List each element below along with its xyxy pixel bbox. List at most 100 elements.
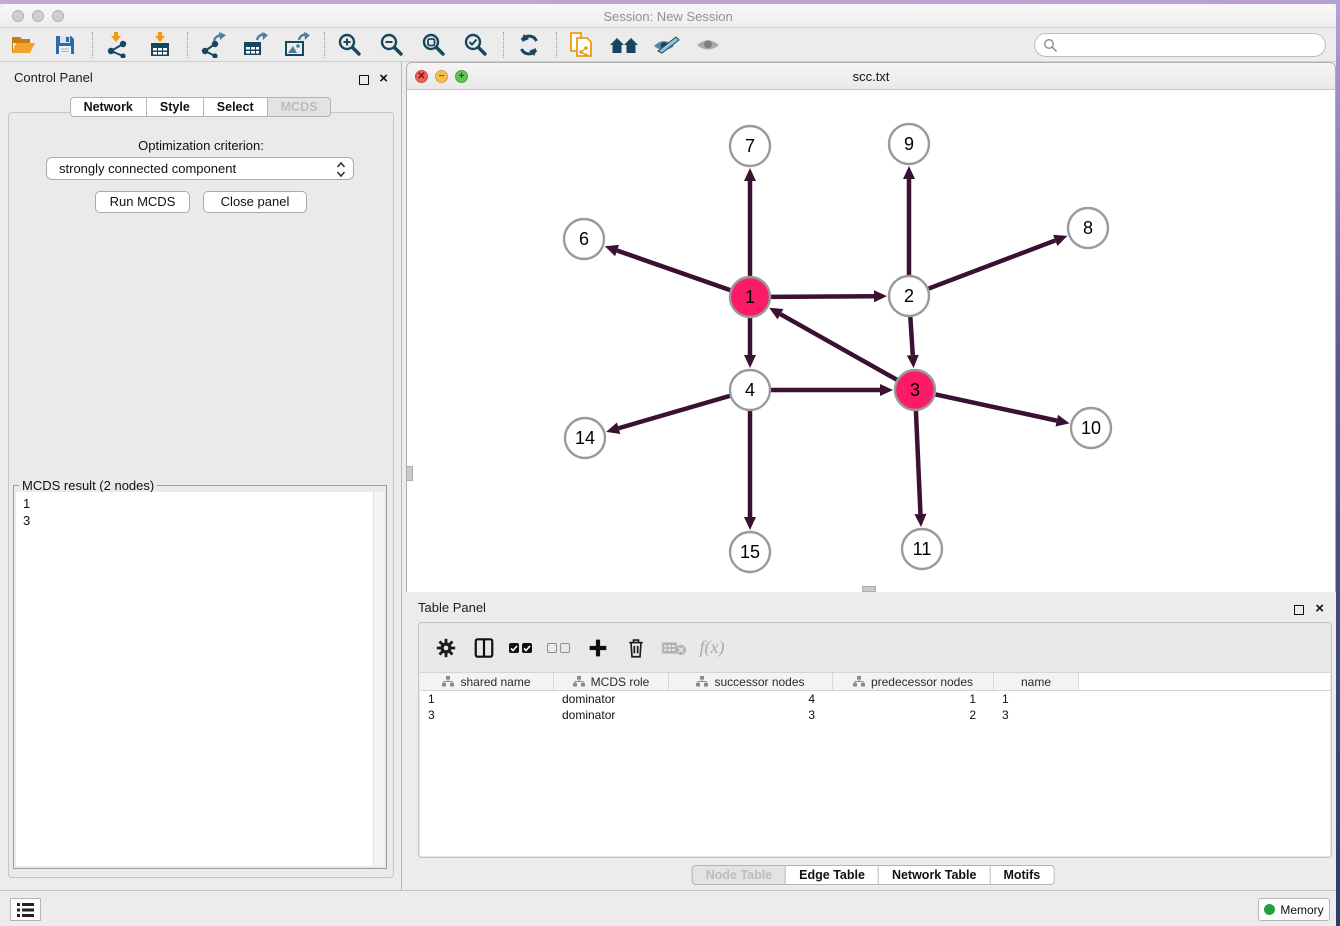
vertical-scrollbar-thumb[interactable] <box>406 466 413 481</box>
show-column-panel-button[interactable] <box>471 635 497 661</box>
cell-name[interactable]: 3 <box>994 707 1079 723</box>
node-1[interactable]: 1 <box>730 277 770 317</box>
node-4[interactable]: 4 <box>730 370 770 410</box>
cell-predecessor-nodes[interactable]: 1 <box>833 691 994 707</box>
edge-3-11[interactable] <box>914 411 926 527</box>
network-window-titlebar[interactable]: ✕ − + scc.txt <box>407 63 1335 90</box>
trash-icon <box>626 637 646 659</box>
cell-name[interactable]: 1 <box>994 691 1079 707</box>
result-scrollbar[interactable] <box>373 492 384 866</box>
cell-shared-name[interactable]: 1 <box>420 691 554 707</box>
tab-node-table[interactable]: Node Table <box>692 865 786 885</box>
column-header-name[interactable]: name <box>994 673 1079 690</box>
tab-edge-table[interactable]: Edge Table <box>786 865 879 885</box>
search-icon <box>1043 38 1058 53</box>
mcds-result-list[interactable]: 1 3 <box>16 492 384 866</box>
function-builder-button[interactable]: f(x) <box>699 635 725 661</box>
node-9[interactable]: 9 <box>889 124 929 164</box>
export-network-button[interactable] <box>198 30 228 60</box>
edge-4-15[interactable] <box>744 411 756 530</box>
tab-mcds[interactable]: MCDS <box>268 97 332 117</box>
cell-successor-nodes[interactable]: 4 <box>669 691 833 707</box>
tab-select[interactable]: Select <box>204 97 268 117</box>
edge-1-7[interactable] <box>744 168 756 276</box>
cell-successor-nodes[interactable]: 3 <box>669 707 833 723</box>
main-toolbar <box>0 28 1336 62</box>
column-header-successor-nodes[interactable]: successor nodes <box>669 673 833 690</box>
zoom-in-icon <box>337 32 363 58</box>
home-button[interactable] <box>609 30 639 60</box>
close-panel-button[interactable]: Close panel <box>203 191 307 213</box>
save-icon <box>53 33 77 57</box>
table-panel-float-button[interactable] <box>1294 605 1304 615</box>
node-6[interactable]: 6 <box>564 219 604 259</box>
edge-4-14[interactable] <box>606 396 730 434</box>
node-14[interactable]: 14 <box>565 418 605 458</box>
edge-2-8[interactable] <box>929 235 1068 289</box>
edge-2-3[interactable] <box>907 317 919 368</box>
network-canvas[interactable]: 7 9 6 8 1 2 4 3 14 10 15 11 <box>407 90 1335 592</box>
plus-icon <box>588 638 608 658</box>
cell-predecessor-nodes[interactable]: 2 <box>833 707 994 723</box>
cell-mcds-role[interactable]: dominator <box>554 691 669 707</box>
zoom-out-button[interactable] <box>377 30 407 60</box>
open-session-button[interactable] <box>8 30 38 60</box>
criterion-select[interactable]: strongly connected component <box>46 157 354 180</box>
tab-motifs[interactable]: Motifs <box>990 865 1054 885</box>
table-panel-close-button[interactable]: × <box>1315 600 1324 618</box>
cell-mcds-role[interactable]: dominator <box>554 707 669 723</box>
export-image-button[interactable] <box>282 30 312 60</box>
task-history-button[interactable] <box>10 898 41 921</box>
tab-style[interactable]: Style <box>147 97 204 117</box>
tab-network-table[interactable]: Network Table <box>879 865 991 885</box>
column-header-mcds-role[interactable]: MCDS role <box>554 673 669 690</box>
add-column-button[interactable] <box>585 635 611 661</box>
run-mcds-button[interactable]: Run MCDS <box>95 191 190 213</box>
horizontal-scrollbar-thumb[interactable] <box>862 586 876 592</box>
control-panel-close-button[interactable]: × <box>379 70 388 88</box>
edge-2-9[interactable] <box>903 166 915 275</box>
column-header-shared-name[interactable]: shared name <box>420 673 554 690</box>
node-8[interactable]: 8 <box>1068 208 1108 248</box>
attribute-settings-button[interactable] <box>433 635 459 661</box>
edge-1-6[interactable] <box>605 245 730 290</box>
select-all-columns-button[interactable] <box>509 635 535 661</box>
edge-1-2[interactable] <box>771 290 887 302</box>
deselect-all-columns-button[interactable] <box>547 635 573 661</box>
show-all-button[interactable] <box>693 30 723 60</box>
zoom-fit-button[interactable] <box>419 30 449 60</box>
table-row[interactable]: 3dominator323 <box>420 707 1330 723</box>
hide-selected-button[interactable] <box>651 30 681 60</box>
export-table-button[interactable] <box>240 30 270 60</box>
node-7[interactable]: 7 <box>730 126 770 166</box>
node-10[interactable]: 10 <box>1071 408 1111 448</box>
refresh-button[interactable] <box>514 30 544 60</box>
edge-1-4[interactable] <box>744 318 756 368</box>
cell-shared-name[interactable]: 3 <box>420 707 554 723</box>
node-2[interactable]: 2 <box>889 276 929 316</box>
memory-button[interactable]: Memory <box>1258 898 1330 921</box>
delete-table-button[interactable] <box>661 635 687 661</box>
open-network-file-button[interactable] <box>567 30 597 60</box>
save-session-button[interactable] <box>50 30 80 60</box>
zoom-selected-button[interactable] <box>461 30 491 60</box>
edge-4-3[interactable] <box>771 384 893 396</box>
edge-3-10[interactable] <box>936 394 1070 426</box>
node-15[interactable]: 15 <box>730 532 770 572</box>
delete-column-button[interactable] <box>623 635 649 661</box>
column-header-predecessor-nodes[interactable]: predecessor nodes <box>833 673 994 690</box>
network-graph[interactable]: 7 9 6 8 1 2 4 3 14 10 15 11 <box>407 90 1335 592</box>
table-row[interactable]: 1dominator411 <box>420 691 1330 707</box>
svg-text:15: 15 <box>740 542 760 562</box>
import-table-button[interactable] <box>145 30 175 60</box>
edge-3-1[interactable] <box>769 308 897 380</box>
search-input[interactable] <box>1034 33 1326 57</box>
node-11[interactable]: 11 <box>902 529 942 569</box>
zoom-in-button[interactable] <box>335 30 365 60</box>
tab-network[interactable]: Network <box>70 97 147 117</box>
control-panel-float-button[interactable] <box>359 75 369 85</box>
svg-text:8: 8 <box>1083 218 1093 238</box>
node-3[interactable]: 3 <box>895 370 935 410</box>
attribute-type-icon <box>853 676 865 687</box>
import-network-button[interactable] <box>103 30 133 60</box>
